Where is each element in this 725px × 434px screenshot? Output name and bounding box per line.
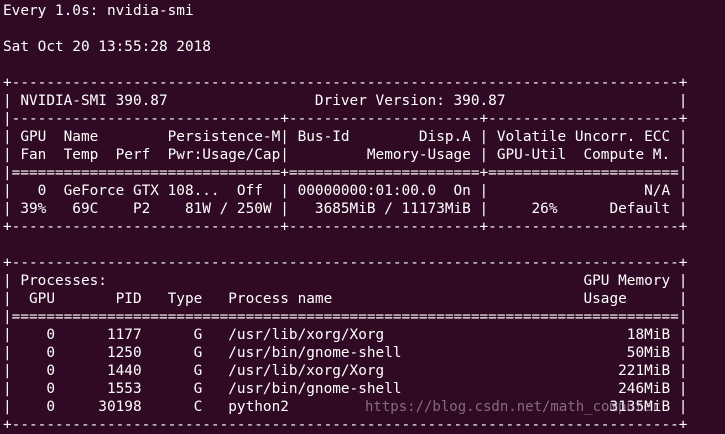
watch-command-line: Every 1.0s: nvidia-smi: [3, 3, 194, 19]
gpu-header-row-1: | GPU Name Persistence-M| Bus-Id Disp.A …: [3, 129, 688, 145]
process-title-row: | Processes: GPU Memory |: [3, 273, 688, 289]
process-table-border-bottom: +---------------------------------------…: [3, 417, 688, 433]
process-row: | 0 1440 G /usr/lib/xorg/Xorg 221MiB |: [3, 363, 688, 379]
timestamp-line: Sat Oct 20 13:55:28 2018: [3, 39, 211, 55]
watermark-text: https://blog.csdn.net/math_computer: [365, 399, 661, 415]
gpu-table-double-separator: |===============================+=======…: [3, 165, 688, 181]
process-row: | 0 1177 G /usr/lib/xorg/Xorg 18MiB |: [3, 327, 688, 343]
gpu-table-border-bottom: +-------------------------------+-------…: [3, 219, 688, 235]
gpu-table-border-top: +---------------------------------------…: [3, 75, 688, 91]
process-table-border-top: +---------------------------------------…: [3, 255, 688, 271]
gpu-table-separator: |-------------------------------+-------…: [3, 111, 688, 127]
gpu-header-row-2: | Fan Temp Perf Pwr:Usage/Cap| Memory-Us…: [3, 147, 688, 163]
process-row: | 0 1250 G /usr/bin/gnome-shell 50MiB |: [3, 345, 688, 361]
process-header-row: | GPU PID Type Process name Usage |: [3, 291, 688, 307]
version-row: | NVIDIA-SMI 390.87 Driver Version: 390.…: [3, 93, 688, 109]
process-row: | 0 1553 G /usr/bin/gnome-shell 246MiB |: [3, 381, 688, 397]
gpu-row-1: | 0 GeForce GTX 108... Off | 00000000:01…: [3, 183, 688, 199]
process-table-double-separator: |=======================================…: [3, 309, 688, 325]
terminal-output: Every 1.0s: nvidia-smi Sat Oct 20 13:55:…: [3, 2, 721, 434]
gpu-row-2: | 39% 69C P2 81W / 250W | 3685MiB / 1117…: [3, 201, 688, 217]
